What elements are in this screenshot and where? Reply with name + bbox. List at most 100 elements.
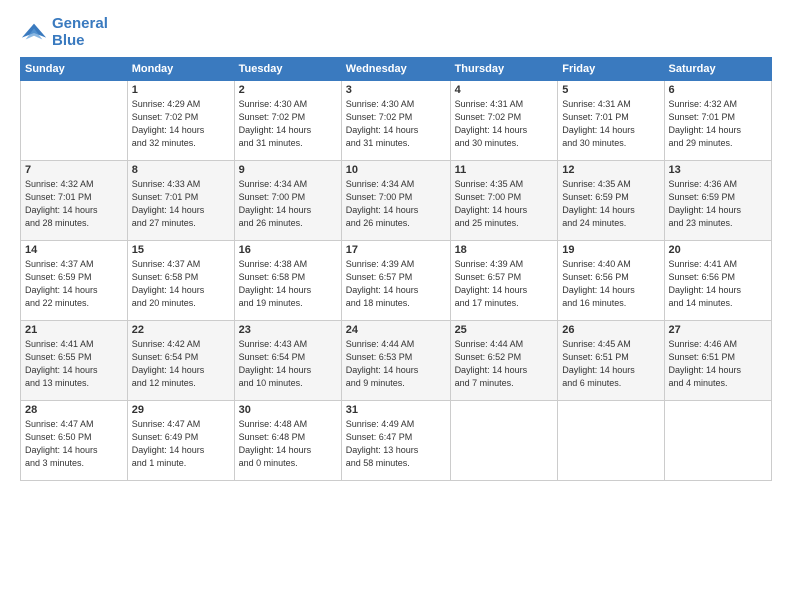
calendar-cell: 14 Sunrise: 4:37 AM Sunset: 6:59 PM Dayli…	[21, 241, 128, 321]
day-info: Sunrise: 4:48 AM Sunset: 6:48 PM Dayligh…	[239, 418, 337, 470]
day-info: Sunrise: 4:31 AM Sunset: 7:02 PM Dayligh…	[455, 98, 554, 150]
week-row-4: 28Sunrise: 4:47 AM Sunset: 6:50 PM Dayli…	[21, 401, 772, 481]
day-info: Sunrise: 4:46 AM Sunset: 6:51 PM Dayligh…	[669, 338, 767, 390]
calendar-cell: 9Sunrise: 4:34 AM Sunset: 7:00 PM Daylig…	[234, 161, 341, 241]
day-info: Sunrise: 4:30 AM Sunset: 7:02 PM Dayligh…	[239, 98, 337, 150]
day-number: 7	[25, 164, 123, 176]
calendar-cell: 30 Sunrise: 4:48 AM Sunset: 6:48 PM Dayli…	[234, 401, 341, 481]
day-number: 29	[132, 404, 230, 416]
day-info: Sunrise: 4:33 AM Sunset: 7:01 PM Dayligh…	[132, 178, 230, 230]
day-info: Sunrise: 4:32 AM Sunset: 7:01 PM Dayligh…	[669, 98, 767, 150]
week-row-3: 21Sunrise: 4:41 AM Sunset: 6:55 PM Dayli…	[21, 321, 772, 401]
day-info: Sunrise: 4:45 AM Sunset: 6:51 PM Dayligh…	[562, 338, 659, 390]
logo-text: General Blue	[52, 16, 108, 49]
day-info: Sunrise: 4:39 AM Sunset: 6:57 PM Dayligh…	[455, 258, 554, 310]
calendar-cell: 12 Sunrise: 4:35 AM Sunset: 6:59 PM Dayli…	[558, 161, 664, 241]
weekday-header-row: SundayMondayTuesdayWednesdayThursdayFrid…	[21, 58, 772, 81]
day-info: Sunrise: 4:37 AM Sunset: 6:58 PM Dayligh…	[132, 258, 230, 310]
calendar-cell: 31 Sunrise: 4:49 AM Sunset: 6:47 PM Dayli…	[341, 401, 450, 481]
calendar-cell: 5 Sunrise: 4:31 AM Sunset: 7:01 PM Daylig…	[558, 81, 664, 161]
day-info: Sunrise: 4:29 AM Sunset: 7:02 PM Dayligh…	[132, 98, 230, 150]
day-info: Sunrise: 4:41 AM Sunset: 6:56 PM Dayligh…	[669, 258, 767, 310]
calendar-cell	[450, 401, 558, 481]
calendar-cell	[664, 401, 771, 481]
week-row-1: 7 Sunrise: 4:32 AM Sunset: 7:01 PM Daylig…	[21, 161, 772, 241]
calendar-cell: 22 Sunrise: 4:42 AM Sunset: 6:54 PM Dayli…	[127, 321, 234, 401]
header: General Blue	[20, 16, 772, 49]
calendar-cell: 10Sunrise: 4:34 AM Sunset: 7:00 PM Dayli…	[341, 161, 450, 241]
calendar-cell: 15 Sunrise: 4:37 AM Sunset: 6:58 PM Dayli…	[127, 241, 234, 321]
day-info: Sunrise: 4:39 AM Sunset: 6:57 PM Dayligh…	[346, 258, 446, 310]
calendar-cell: 4 Sunrise: 4:31 AM Sunset: 7:02 PM Daylig…	[450, 81, 558, 161]
day-info: Sunrise: 4:31 AM Sunset: 7:01 PM Dayligh…	[562, 98, 659, 150]
calendar-cell: 24Sunrise: 4:44 AM Sunset: 6:53 PM Dayli…	[341, 321, 450, 401]
calendar-cell: 18 Sunrise: 4:39 AM Sunset: 6:57 PM Dayli…	[450, 241, 558, 321]
day-number: 12	[562, 164, 659, 176]
calendar-cell: 20 Sunrise: 4:41 AM Sunset: 6:56 PM Dayli…	[664, 241, 771, 321]
day-number: 26	[562, 324, 659, 336]
calendar-cell	[21, 81, 128, 161]
calendar-cell: 19Sunrise: 4:40 AM Sunset: 6:56 PM Dayli…	[558, 241, 664, 321]
calendar-cell: 7 Sunrise: 4:32 AM Sunset: 7:01 PM Daylig…	[21, 161, 128, 241]
weekday-header-friday: Friday	[558, 58, 664, 81]
day-number: 31	[346, 404, 446, 416]
calendar-cell: 27 Sunrise: 4:46 AM Sunset: 6:51 PM Dayli…	[664, 321, 771, 401]
day-number: 22	[132, 324, 230, 336]
week-row-2: 14 Sunrise: 4:37 AM Sunset: 6:59 PM Dayli…	[21, 241, 772, 321]
day-number: 28	[25, 404, 123, 416]
day-number: 24	[346, 324, 446, 336]
logo: General Blue	[20, 16, 108, 49]
day-info: Sunrise: 4:37 AM Sunset: 6:59 PM Dayligh…	[25, 258, 123, 310]
day-number: 20	[669, 244, 767, 256]
day-info: Sunrise: 4:36 AM Sunset: 6:59 PM Dayligh…	[669, 178, 767, 230]
day-number: 18	[455, 244, 554, 256]
calendar-cell: 13 Sunrise: 4:36 AM Sunset: 6:59 PM Dayli…	[664, 161, 771, 241]
day-number: 21	[25, 324, 123, 336]
calendar-cell: 3Sunrise: 4:30 AM Sunset: 7:02 PM Daylig…	[341, 81, 450, 161]
day-info: Sunrise: 4:40 AM Sunset: 6:56 PM Dayligh…	[562, 258, 659, 310]
day-info: Sunrise: 4:32 AM Sunset: 7:01 PM Dayligh…	[25, 178, 123, 230]
weekday-header-sunday: Sunday	[21, 58, 128, 81]
page: General Blue SundayMondayTuesdayWednesda…	[0, 0, 792, 612]
weekday-header-tuesday: Tuesday	[234, 58, 341, 81]
day-number: 15	[132, 244, 230, 256]
logo-icon	[20, 19, 48, 47]
day-number: 6	[669, 84, 767, 96]
weekday-header-saturday: Saturday	[664, 58, 771, 81]
calendar-cell: 28Sunrise: 4:47 AM Sunset: 6:50 PM Dayli…	[21, 401, 128, 481]
day-number: 27	[669, 324, 767, 336]
day-number: 2	[239, 84, 337, 96]
calendar-cell: 23Sunrise: 4:43 AM Sunset: 6:54 PM Dayli…	[234, 321, 341, 401]
day-number: 30	[239, 404, 337, 416]
day-info: Sunrise: 4:47 AM Sunset: 6:49 PM Dayligh…	[132, 418, 230, 470]
day-number: 25	[455, 324, 554, 336]
calendar-cell: 26 Sunrise: 4:45 AM Sunset: 6:51 PM Dayli…	[558, 321, 664, 401]
day-info: Sunrise: 4:38 AM Sunset: 6:58 PM Dayligh…	[239, 258, 337, 310]
calendar-cell: 29 Sunrise: 4:47 AM Sunset: 6:49 PM Dayli…	[127, 401, 234, 481]
calendar-cell: 25Sunrise: 4:44 AM Sunset: 6:52 PM Dayli…	[450, 321, 558, 401]
day-number: 14	[25, 244, 123, 256]
calendar-cell: 1 Sunrise: 4:29 AM Sunset: 7:02 PM Daylig…	[127, 81, 234, 161]
calendar-cell: 17Sunrise: 4:39 AM Sunset: 6:57 PM Dayli…	[341, 241, 450, 321]
calendar-cell: 6 Sunrise: 4:32 AM Sunset: 7:01 PM Daylig…	[664, 81, 771, 161]
day-number: 13	[669, 164, 767, 176]
day-number: 4	[455, 84, 554, 96]
week-row-0: 1 Sunrise: 4:29 AM Sunset: 7:02 PM Daylig…	[21, 81, 772, 161]
calendar-cell: 21Sunrise: 4:41 AM Sunset: 6:55 PM Dayli…	[21, 321, 128, 401]
day-number: 10	[346, 164, 446, 176]
day-info: Sunrise: 4:49 AM Sunset: 6:47 PM Dayligh…	[346, 418, 446, 470]
day-number: 11	[455, 164, 554, 176]
day-number: 3	[346, 84, 446, 96]
day-number: 23	[239, 324, 337, 336]
day-number: 5	[562, 84, 659, 96]
weekday-header-thursday: Thursday	[450, 58, 558, 81]
calendar-cell: 16 Sunrise: 4:38 AM Sunset: 6:58 PM Dayli…	[234, 241, 341, 321]
calendar-cell: 8Sunrise: 4:33 AM Sunset: 7:01 PM Daylig…	[127, 161, 234, 241]
day-info: Sunrise: 4:35 AM Sunset: 7:00 PM Dayligh…	[455, 178, 554, 230]
day-info: Sunrise: 4:42 AM Sunset: 6:54 PM Dayligh…	[132, 338, 230, 390]
day-info: Sunrise: 4:35 AM Sunset: 6:59 PM Dayligh…	[562, 178, 659, 230]
day-number: 16	[239, 244, 337, 256]
day-number: 9	[239, 164, 337, 176]
day-number: 1	[132, 84, 230, 96]
weekday-header-wednesday: Wednesday	[341, 58, 450, 81]
